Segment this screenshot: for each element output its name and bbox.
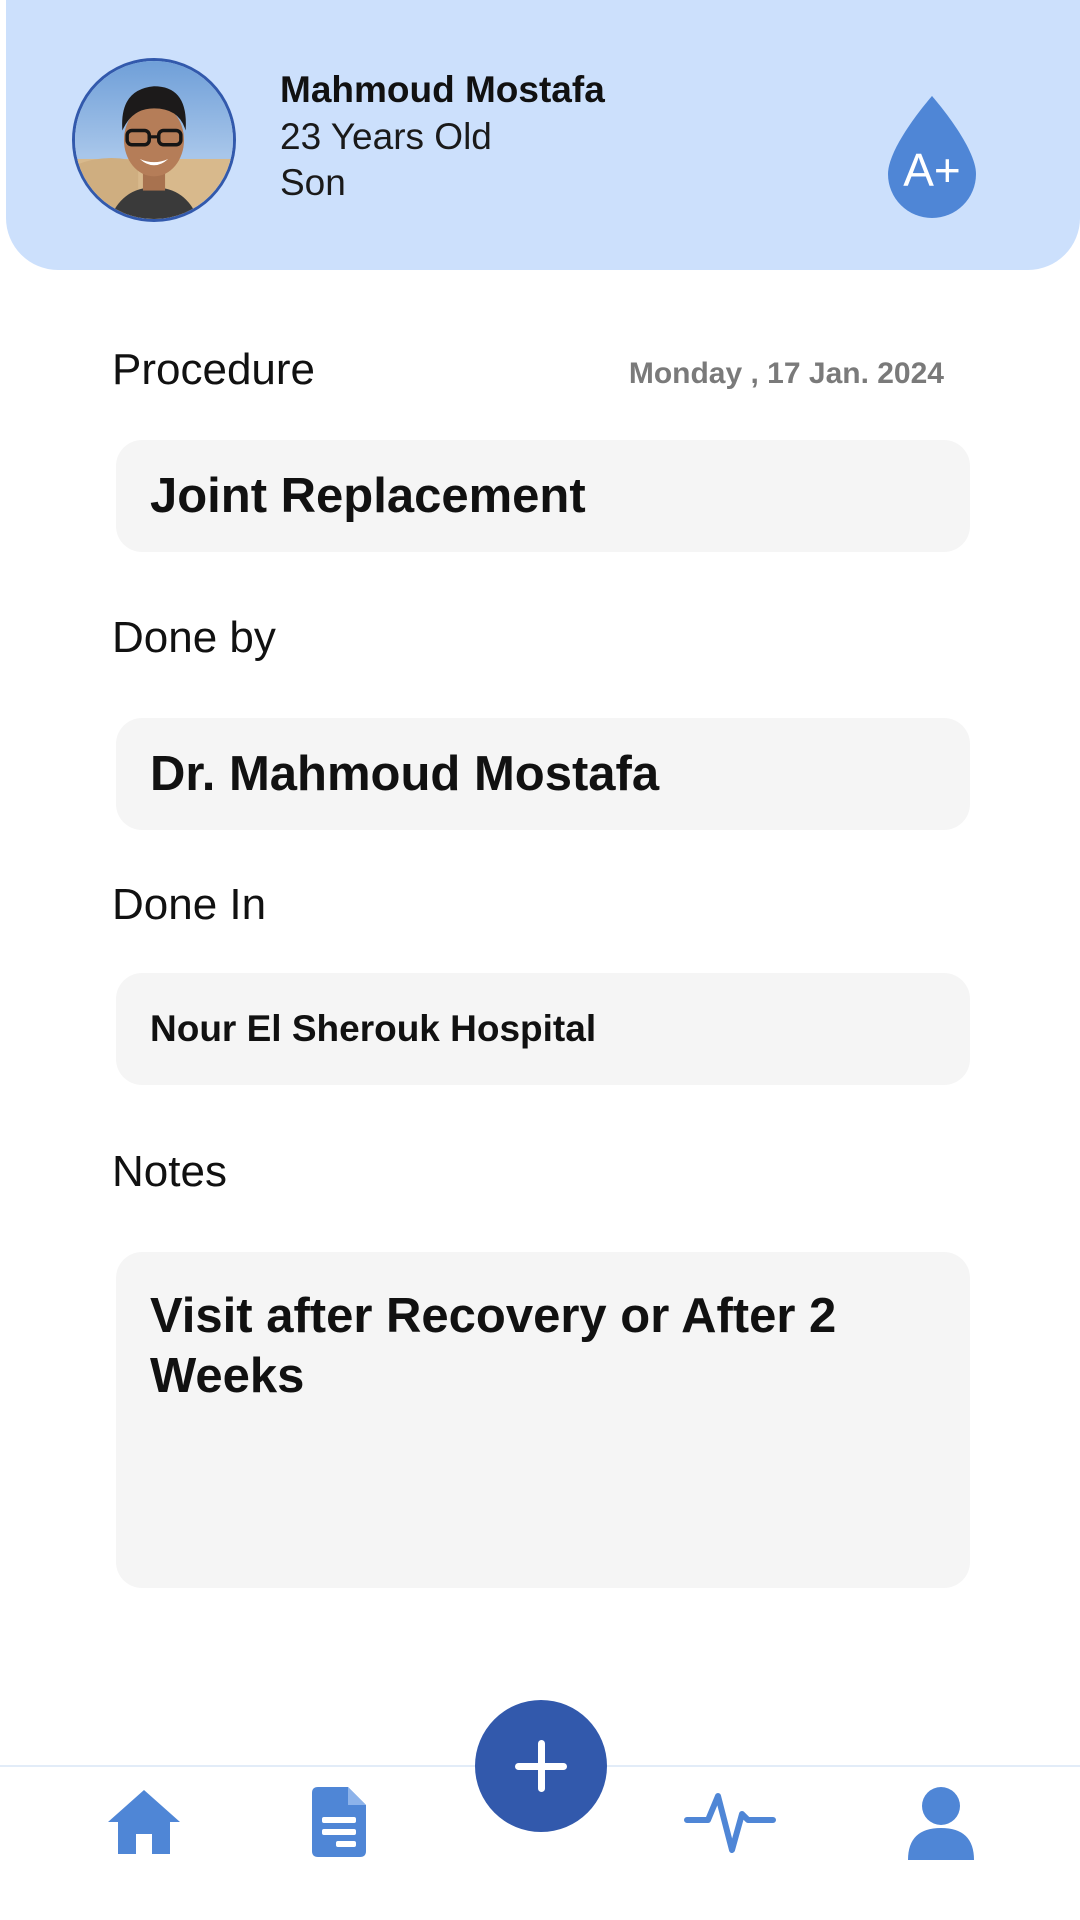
done-by-label: Done by: [112, 613, 276, 662]
procedure-value: Joint Replacement: [150, 469, 586, 523]
document-icon[interactable]: [312, 1787, 366, 1857]
notes-label: Notes: [112, 1147, 227, 1196]
procedure-date: Monday , 17 Jan. 2024: [628, 357, 944, 390]
avatar-photo: [75, 61, 233, 219]
done-by-value: Dr. Mahmoud Mostafa: [150, 747, 660, 801]
done-in-field[interactable]: Nour El Sherouk Hospital: [116, 973, 970, 1085]
add-button[interactable]: [475, 1700, 607, 1832]
home-icon[interactable]: [106, 1788, 182, 1856]
avatar[interactable]: [72, 58, 236, 222]
person-icon[interactable]: [908, 1786, 974, 1860]
notes-field[interactable]: Visit after Recovery or After 2 Weeks: [116, 1252, 970, 1588]
done-by-field[interactable]: Dr. Mahmoud Mostafa: [116, 718, 970, 830]
blood-type-label: A+: [903, 144, 961, 196]
profile-age: 23 Years Old: [280, 116, 492, 157]
notes-value: Visit after Recovery or After 2 Weeks: [150, 1289, 837, 1403]
plus-icon: [515, 1740, 567, 1792]
blood-type-badge: A+: [888, 96, 976, 218]
profile-info: Mahmoud Mostafa 23 Years Old Son: [280, 66, 605, 206]
done-in-value: Nour El Sherouk Hospital: [150, 1008, 597, 1049]
profile-relation: Son: [280, 162, 346, 203]
procedure-detail-screen: Mahmoud Mostafa 23 Years Old Son A+ Proc…: [0, 0, 1080, 1920]
procedure-field[interactable]: Joint Replacement: [116, 440, 970, 552]
profile-name: Mahmoud Mostafa: [280, 69, 605, 110]
done-in-label: Done In: [112, 880, 267, 929]
heartbeat-icon[interactable]: [684, 1780, 776, 1856]
profile-header: Mahmoud Mostafa 23 Years Old Son A+: [6, 0, 1080, 270]
procedure-label: Procedure: [112, 345, 316, 394]
